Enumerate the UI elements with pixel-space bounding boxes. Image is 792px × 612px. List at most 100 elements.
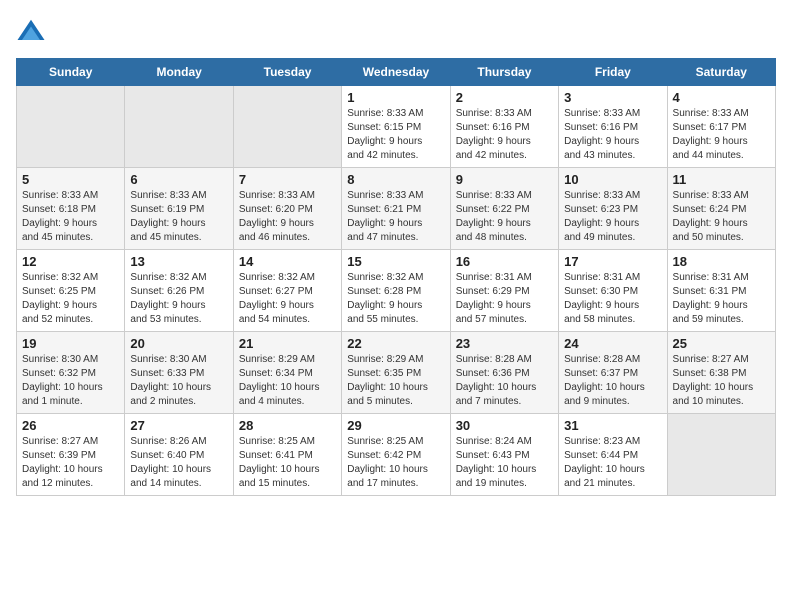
day-number: 25 — [673, 336, 770, 351]
day-number: 21 — [239, 336, 336, 351]
week-row-3: 12 Sunrise: 8:32 AM Sunset: 6:25 PM Dayli… — [17, 250, 776, 332]
table-cell: 18 Sunrise: 8:31 AM Sunset: 6:31 PM Dayli… — [667, 250, 775, 332]
logo — [16, 16, 50, 46]
table-cell: 21 Sunrise: 8:29 AM Sunset: 6:34 PM Dayli… — [233, 332, 341, 414]
table-cell — [125, 86, 233, 168]
day-number: 5 — [22, 172, 119, 187]
day-info: Sunrise: 8:29 AM Sunset: 6:35 PM Dayligh… — [347, 353, 444, 409]
day-info: Sunrise: 8:32 AM Sunset: 6:28 PM Dayligh… — [347, 271, 444, 327]
day-info: Sunrise: 8:28 AM Sunset: 6:37 PM Dayligh… — [564, 353, 661, 409]
day-number: 29 — [347, 418, 444, 433]
table-cell: 7Sunrise: 8:33 AM Sunset: 6:20 PM Daylig… — [233, 168, 341, 250]
day-info: Sunrise: 8:32 AM Sunset: 6:25 PM Dayligh… — [22, 271, 119, 327]
day-info: Sunrise: 8:24 AM Sunset: 6:43 PM Dayligh… — [456, 435, 553, 491]
day-info: Sunrise: 8:33 AM Sunset: 6:16 PM Dayligh… — [456, 107, 553, 163]
table-cell: 11 Sunrise: 8:33 AM Sunset: 6:24 PM Dayli… — [667, 168, 775, 250]
table-cell: 15 Sunrise: 8:32 AM Sunset: 6:28 PM Dayli… — [342, 250, 450, 332]
calendar-table: SundayMondayTuesdayWednesdayThursdayFrid… — [16, 58, 776, 496]
week-row-4: 19Sunrise: 8:30 AM Sunset: 6:32 PM Dayli… — [17, 332, 776, 414]
day-info: Sunrise: 8:31 AM Sunset: 6:31 PM Dayligh… — [673, 271, 770, 327]
table-cell: 25 Sunrise: 8:27 AM Sunset: 6:38 PM Dayli… — [667, 332, 775, 414]
page-header — [16, 16, 776, 46]
day-info: Sunrise: 8:27 AM Sunset: 6:38 PM Dayligh… — [673, 353, 770, 409]
day-number: 12 — [22, 254, 119, 269]
table-cell: 24 Sunrise: 8:28 AM Sunset: 6:37 PM Dayli… — [559, 332, 667, 414]
table-cell: 9Sunrise: 8:33 AM Sunset: 6:22 PM Daylig… — [450, 168, 558, 250]
day-number: 9 — [456, 172, 553, 187]
table-cell: 2 Sunrise: 8:33 AM Sunset: 6:16 PM Daylig… — [450, 86, 558, 168]
day-number: 11 — [673, 172, 770, 187]
day-info: Sunrise: 8:28 AM Sunset: 6:36 PM Dayligh… — [456, 353, 553, 409]
day-number: 2 — [456, 90, 553, 105]
day-info: Sunrise: 8:33 AM Sunset: 6:18 PM Dayligh… — [22, 189, 119, 245]
day-info: Sunrise: 8:33 AM Sunset: 6:17 PM Dayligh… — [673, 107, 770, 163]
table-cell: 30 Sunrise: 8:24 AM Sunset: 6:43 PM Dayli… — [450, 414, 558, 496]
day-number: 1 — [347, 90, 444, 105]
day-number: 3 — [564, 90, 661, 105]
table-cell: 23 Sunrise: 8:28 AM Sunset: 6:36 PM Dayli… — [450, 332, 558, 414]
day-info: Sunrise: 8:27 AM Sunset: 6:39 PM Dayligh… — [22, 435, 119, 491]
day-number: 28 — [239, 418, 336, 433]
table-cell: 5 Sunrise: 8:33 AM Sunset: 6:18 PM Daylig… — [17, 168, 125, 250]
day-number: 4 — [673, 90, 770, 105]
table-cell: 27Sunrise: 8:26 AM Sunset: 6:40 PM Dayli… — [125, 414, 233, 496]
week-row-1: 1 Sunrise: 8:33 AM Sunset: 6:15 PM Daylig… — [17, 86, 776, 168]
table-cell: 4 Sunrise: 8:33 AM Sunset: 6:17 PM Daylig… — [667, 86, 775, 168]
day-info: Sunrise: 8:33 AM Sunset: 6:19 PM Dayligh… — [130, 189, 227, 245]
day-info: Sunrise: 8:29 AM Sunset: 6:34 PM Dayligh… — [239, 353, 336, 409]
day-number: 14 — [239, 254, 336, 269]
table-cell: 16Sunrise: 8:31 AM Sunset: 6:29 PM Dayli… — [450, 250, 558, 332]
table-cell: 29 Sunrise: 8:25 AM Sunset: 6:42 PM Dayli… — [342, 414, 450, 496]
day-number: 18 — [673, 254, 770, 269]
day-number: 22 — [347, 336, 444, 351]
table-cell: 17 Sunrise: 8:31 AM Sunset: 6:30 PM Dayli… — [559, 250, 667, 332]
table-cell — [667, 414, 775, 496]
week-row-5: 26 Sunrise: 8:27 AM Sunset: 6:39 PM Dayli… — [17, 414, 776, 496]
day-number: 17 — [564, 254, 661, 269]
day-info: Sunrise: 8:32 AM Sunset: 6:26 PM Dayligh… — [130, 271, 227, 327]
day-number: 31 — [564, 418, 661, 433]
day-number: 30 — [456, 418, 553, 433]
weekday-thursday: Thursday — [450, 59, 558, 86]
table-cell: 3 Sunrise: 8:33 AM Sunset: 6:16 PM Daylig… — [559, 86, 667, 168]
table-cell: 8 Sunrise: 8:33 AM Sunset: 6:21 PM Daylig… — [342, 168, 450, 250]
day-info: Sunrise: 8:25 AM Sunset: 6:41 PM Dayligh… — [239, 435, 336, 491]
table-cell: 19Sunrise: 8:30 AM Sunset: 6:32 PM Dayli… — [17, 332, 125, 414]
weekday-friday: Friday — [559, 59, 667, 86]
weekday-tuesday: Tuesday — [233, 59, 341, 86]
day-info: Sunrise: 8:30 AM Sunset: 6:33 PM Dayligh… — [130, 353, 227, 409]
logo-icon — [16, 16, 46, 46]
day-number: 8 — [347, 172, 444, 187]
day-info: Sunrise: 8:31 AM Sunset: 6:30 PM Dayligh… — [564, 271, 661, 327]
table-cell: 10Sunrise: 8:33 AM Sunset: 6:23 PM Dayli… — [559, 168, 667, 250]
weekday-header-row: SundayMondayTuesdayWednesdayThursdayFrid… — [17, 59, 776, 86]
day-number: 23 — [456, 336, 553, 351]
day-number: 20 — [130, 336, 227, 351]
day-info: Sunrise: 8:33 AM Sunset: 6:16 PM Dayligh… — [564, 107, 661, 163]
day-number: 26 — [22, 418, 119, 433]
day-number: 24 — [564, 336, 661, 351]
table-cell: 6Sunrise: 8:33 AM Sunset: 6:19 PM Daylig… — [125, 168, 233, 250]
table-cell: 26 Sunrise: 8:27 AM Sunset: 6:39 PM Dayli… — [17, 414, 125, 496]
table-cell: 1 Sunrise: 8:33 AM Sunset: 6:15 PM Daylig… — [342, 86, 450, 168]
day-number: 16 — [456, 254, 553, 269]
table-cell: 28 Sunrise: 8:25 AM Sunset: 6:41 PM Dayli… — [233, 414, 341, 496]
day-info: Sunrise: 8:32 AM Sunset: 6:27 PM Dayligh… — [239, 271, 336, 327]
day-number: 19 — [22, 336, 119, 351]
day-number: 7 — [239, 172, 336, 187]
weekday-wednesday: Wednesday — [342, 59, 450, 86]
table-cell: 14 Sunrise: 8:32 AM Sunset: 6:27 PM Dayli… — [233, 250, 341, 332]
day-info: Sunrise: 8:33 AM Sunset: 6:15 PM Dayligh… — [347, 107, 444, 163]
day-info: Sunrise: 8:33 AM Sunset: 6:23 PM Dayligh… — [564, 189, 661, 245]
day-info: Sunrise: 8:33 AM Sunset: 6:21 PM Dayligh… — [347, 189, 444, 245]
table-cell — [17, 86, 125, 168]
day-info: Sunrise: 8:25 AM Sunset: 6:42 PM Dayligh… — [347, 435, 444, 491]
table-cell: 31Sunrise: 8:23 AM Sunset: 6:44 PM Dayli… — [559, 414, 667, 496]
table-cell: 20 Sunrise: 8:30 AM Sunset: 6:33 PM Dayli… — [125, 332, 233, 414]
week-row-2: 5 Sunrise: 8:33 AM Sunset: 6:18 PM Daylig… — [17, 168, 776, 250]
day-number: 15 — [347, 254, 444, 269]
table-cell: 13Sunrise: 8:32 AM Sunset: 6:26 PM Dayli… — [125, 250, 233, 332]
table-cell: 12 Sunrise: 8:32 AM Sunset: 6:25 PM Dayli… — [17, 250, 125, 332]
day-info: Sunrise: 8:33 AM Sunset: 6:24 PM Dayligh… — [673, 189, 770, 245]
day-info: Sunrise: 8:26 AM Sunset: 6:40 PM Dayligh… — [130, 435, 227, 491]
